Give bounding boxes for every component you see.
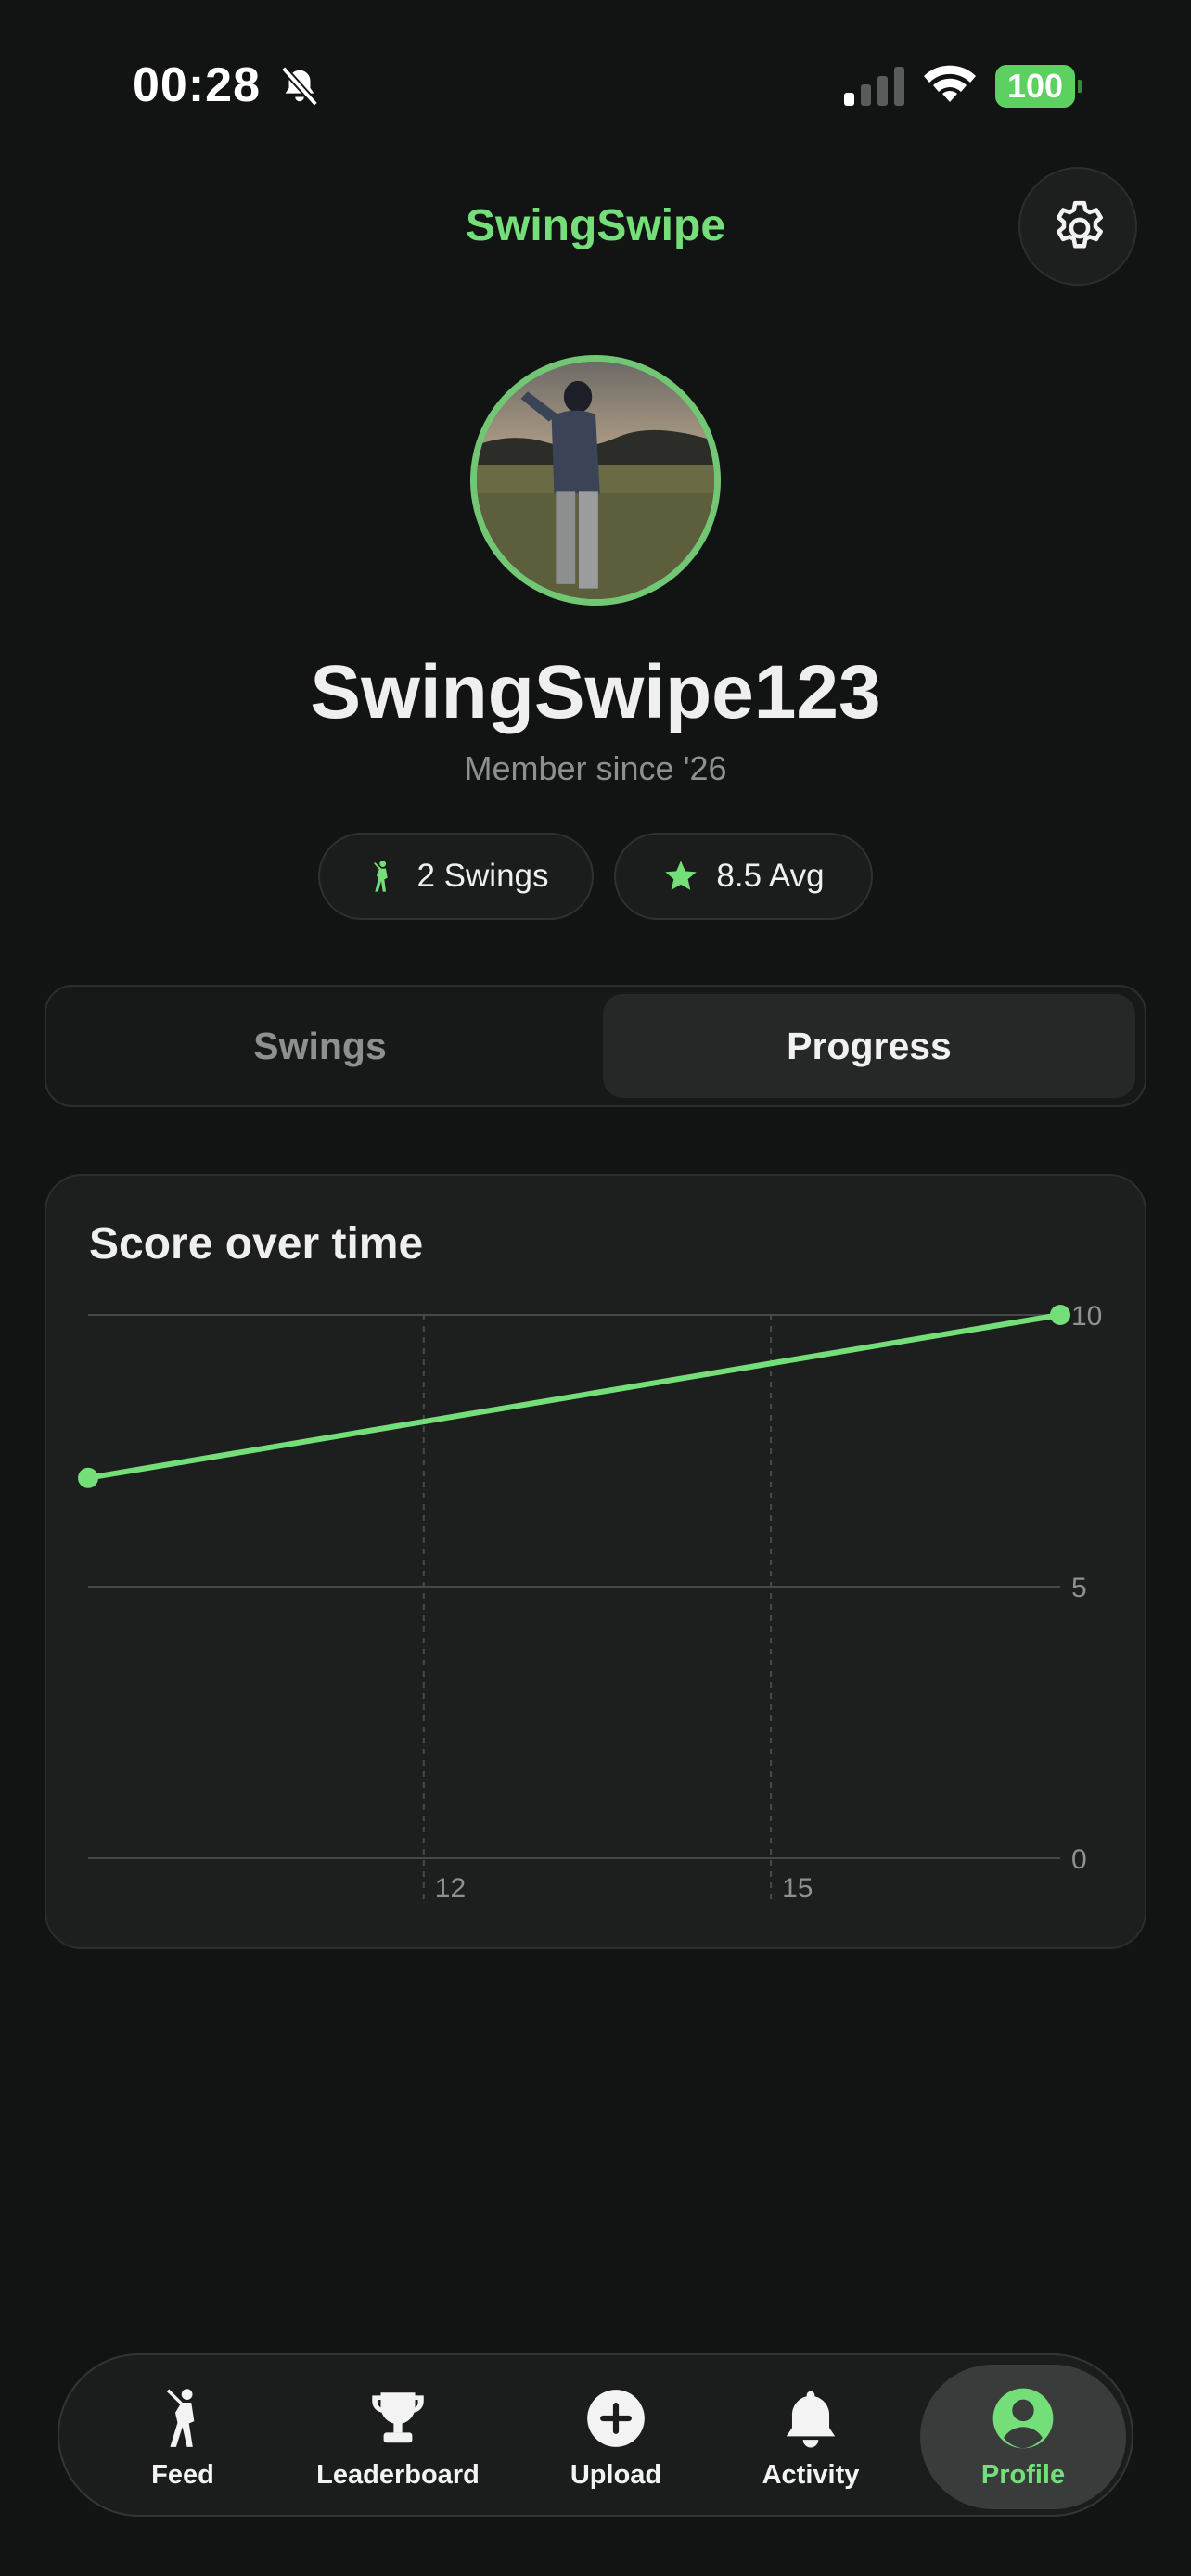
bell-off-icon [280, 66, 319, 107]
avatar-photo [477, 362, 714, 599]
golfer-icon [374, 861, 389, 892]
average-score-badge: 8.5 Avg [614, 833, 873, 920]
trophy-icon [372, 2391, 424, 2442]
star-icon [665, 861, 698, 890]
person-circle-icon [992, 2388, 1054, 2448]
swings-count-text: 2 Swings [416, 858, 549, 894]
tab-progress[interactable]: Progress [603, 994, 1135, 1098]
bell-icon [786, 2391, 836, 2447]
tab-feed-label: Feed [151, 2459, 214, 2490]
bottom-tab-bar: Feed Leaderboard Upload Activity Profile [58, 2353, 1133, 2517]
swings-count-badge: 2 Swings [318, 833, 594, 920]
battery-icon: 100 [995, 65, 1082, 108]
profile-screen: 00:28 100 SwingSwipe SwingSwipe123 Membe… [0, 0, 1191, 2576]
wifi-icon [924, 65, 976, 102]
battery-level: 100 [1006, 67, 1064, 105]
golfer-icon [166, 2388, 195, 2447]
tab-leaderboard[interactable]: Leaderboard [291, 2355, 505, 2519]
username: SwingSwipe123 [310, 650, 881, 734]
score-chart: 0 5 10 12 15 [78, 1301, 1102, 1904]
gear-icon [1057, 200, 1103, 249]
tab-activity[interactable]: Activity [741, 2355, 880, 2519]
x-tick-label: 15 [782, 1873, 813, 1904]
app-title: SwingSwipe [465, 201, 726, 250]
tab-profile-label: Profile [980, 2459, 1066, 2490]
tab-leaderboard-label: Leaderboard [316, 2459, 480, 2490]
x-tick-label: 12 [435, 1873, 466, 1904]
plus-circle-icon [587, 2389, 645, 2447]
average-score-text: 8.5 Avg [716, 858, 825, 894]
y-tick-label: 0 [1071, 1844, 1087, 1875]
member-since: Member since '26 [464, 749, 727, 787]
avatar[interactable] [470, 355, 721, 606]
tab-profile[interactable]: Profile [920, 2365, 1126, 2509]
y-tick-label: 10 [1071, 1301, 1102, 1332]
profile-tabs: Swings Progress [45, 985, 1146, 1107]
tab-feed[interactable]: Feed [113, 2355, 252, 2519]
tab-swings[interactable]: Swings [54, 994, 586, 1098]
status-time: 00:28 [133, 58, 261, 112]
score-data-point [78, 1467, 98, 1488]
tab-upload-label: Upload [570, 2459, 662, 2490]
score-data-point [1050, 1305, 1070, 1325]
settings-button[interactable] [1018, 167, 1137, 286]
score-chart-card: Score over time 0 5 10 12 15 [45, 1174, 1146, 1949]
score-series-line [85, 1312, 1063, 1481]
tab-activity-label: Activity [762, 2459, 860, 2490]
tab-upload[interactable]: Upload [546, 2355, 685, 2519]
signal-icon [844, 67, 904, 106]
y-tick-label: 5 [1071, 1573, 1087, 1603]
